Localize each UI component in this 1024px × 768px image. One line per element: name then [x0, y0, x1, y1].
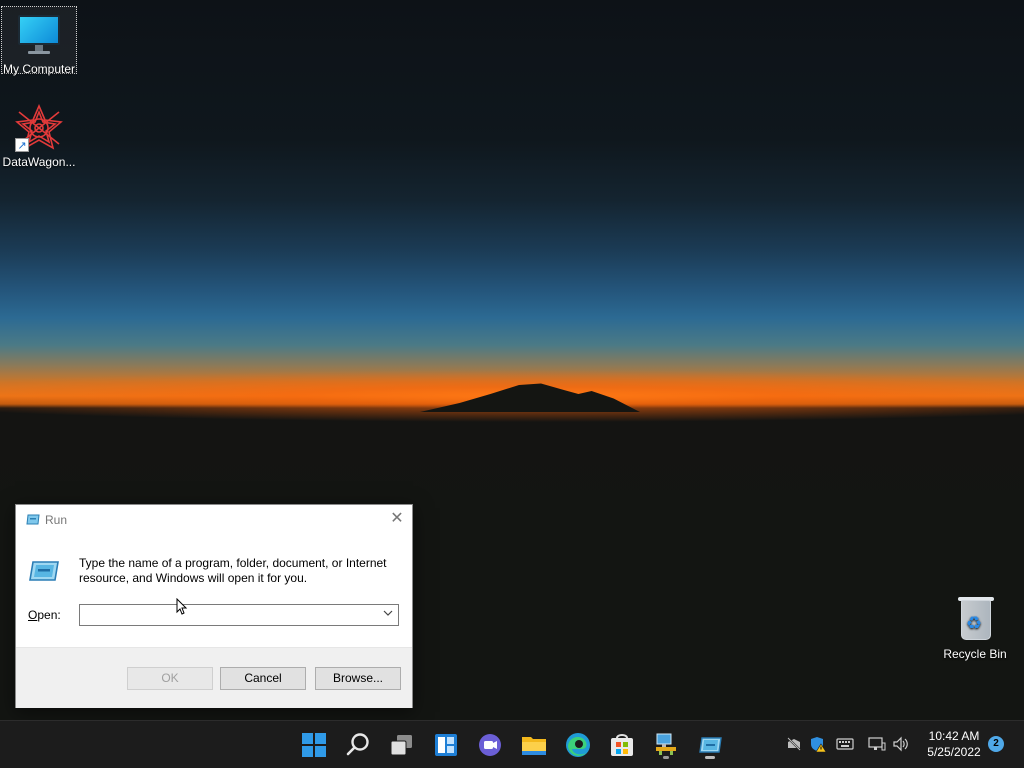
search-icon[interactable] — [342, 729, 374, 761]
network-manager-icon[interactable] — [650, 729, 682, 761]
running-indicator — [663, 756, 669, 759]
cancel-button[interactable]: Cancel — [220, 667, 306, 690]
ok-button[interactable]: OK — [127, 667, 213, 690]
desktop-icon-recycle-bin[interactable]: ♻ Recycle Bin — [937, 596, 1013, 661]
security-warning-icon[interactable] — [809, 735, 827, 753]
wallpaper-mountain — [420, 383, 640, 412]
open-label: Open: — [28, 608, 61, 622]
run-title: Run — [45, 513, 68, 527]
datawagon-icon: ↗ — [15, 103, 63, 152]
start-icon[interactable] — [298, 729, 330, 761]
desktop-icon-label: Recycle Bin — [943, 647, 1007, 661]
display-icon[interactable] — [868, 735, 886, 753]
run-titlebar[interactable]: Run ✕ — [16, 505, 412, 535]
shortcut-arrow-icon: ↗ — [15, 138, 29, 152]
running-indicator — [705, 756, 715, 759]
file-explorer-icon[interactable] — [518, 729, 550, 761]
keyboard-icon[interactable] — [836, 735, 854, 753]
clock-time: 10:42 AM — [928, 729, 980, 743]
widgets-icon[interactable] — [430, 729, 462, 761]
browse-button[interactable]: Browse... — [315, 667, 401, 690]
run-program-icon — [29, 561, 59, 581]
chat-icon[interactable] — [474, 729, 506, 761]
taskbar: 10:42 AM 5/25/2022 2 — [0, 720, 1024, 768]
text-cursor-icon — [176, 598, 188, 615]
desktop-icon-datawagon[interactable]: ↗ DataWagon... — [1, 103, 77, 169]
run-dialog: Run ✕ Type the name of a program, folder… — [15, 504, 413, 708]
monitor-icon — [15, 11, 63, 59]
open-input[interactable] — [80, 605, 376, 625]
run-taskbar-icon[interactable] — [694, 729, 726, 761]
notification-badge[interactable]: 2 — [988, 736, 1004, 752]
desktop-icon-label: DataWagon... — [2, 155, 76, 169]
volume-icon[interactable] — [892, 735, 910, 753]
network-disconnected-icon[interactable] — [785, 735, 803, 753]
close-icon[interactable]: ✕ — [382, 505, 412, 533]
task-view-icon[interactable] — [386, 729, 418, 761]
run-icon — [26, 514, 40, 525]
desktop-icon-my-computer[interactable]: My Computer — [1, 6, 77, 76]
chevron-down-icon[interactable] — [382, 608, 394, 622]
run-description: Type the name of a program, folder, docu… — [79, 556, 387, 585]
desktop-icon-label: My Computer — [2, 62, 76, 76]
clock-date: 5/25/2022 — [927, 745, 981, 759]
recycle-bin-icon: ♻ — [951, 596, 999, 644]
open-combobox[interactable] — [79, 604, 399, 626]
system-clock[interactable]: 10:42 AM 5/25/2022 — [914, 728, 994, 760]
edge-icon[interactable] — [562, 729, 594, 761]
store-icon[interactable] — [606, 729, 638, 761]
